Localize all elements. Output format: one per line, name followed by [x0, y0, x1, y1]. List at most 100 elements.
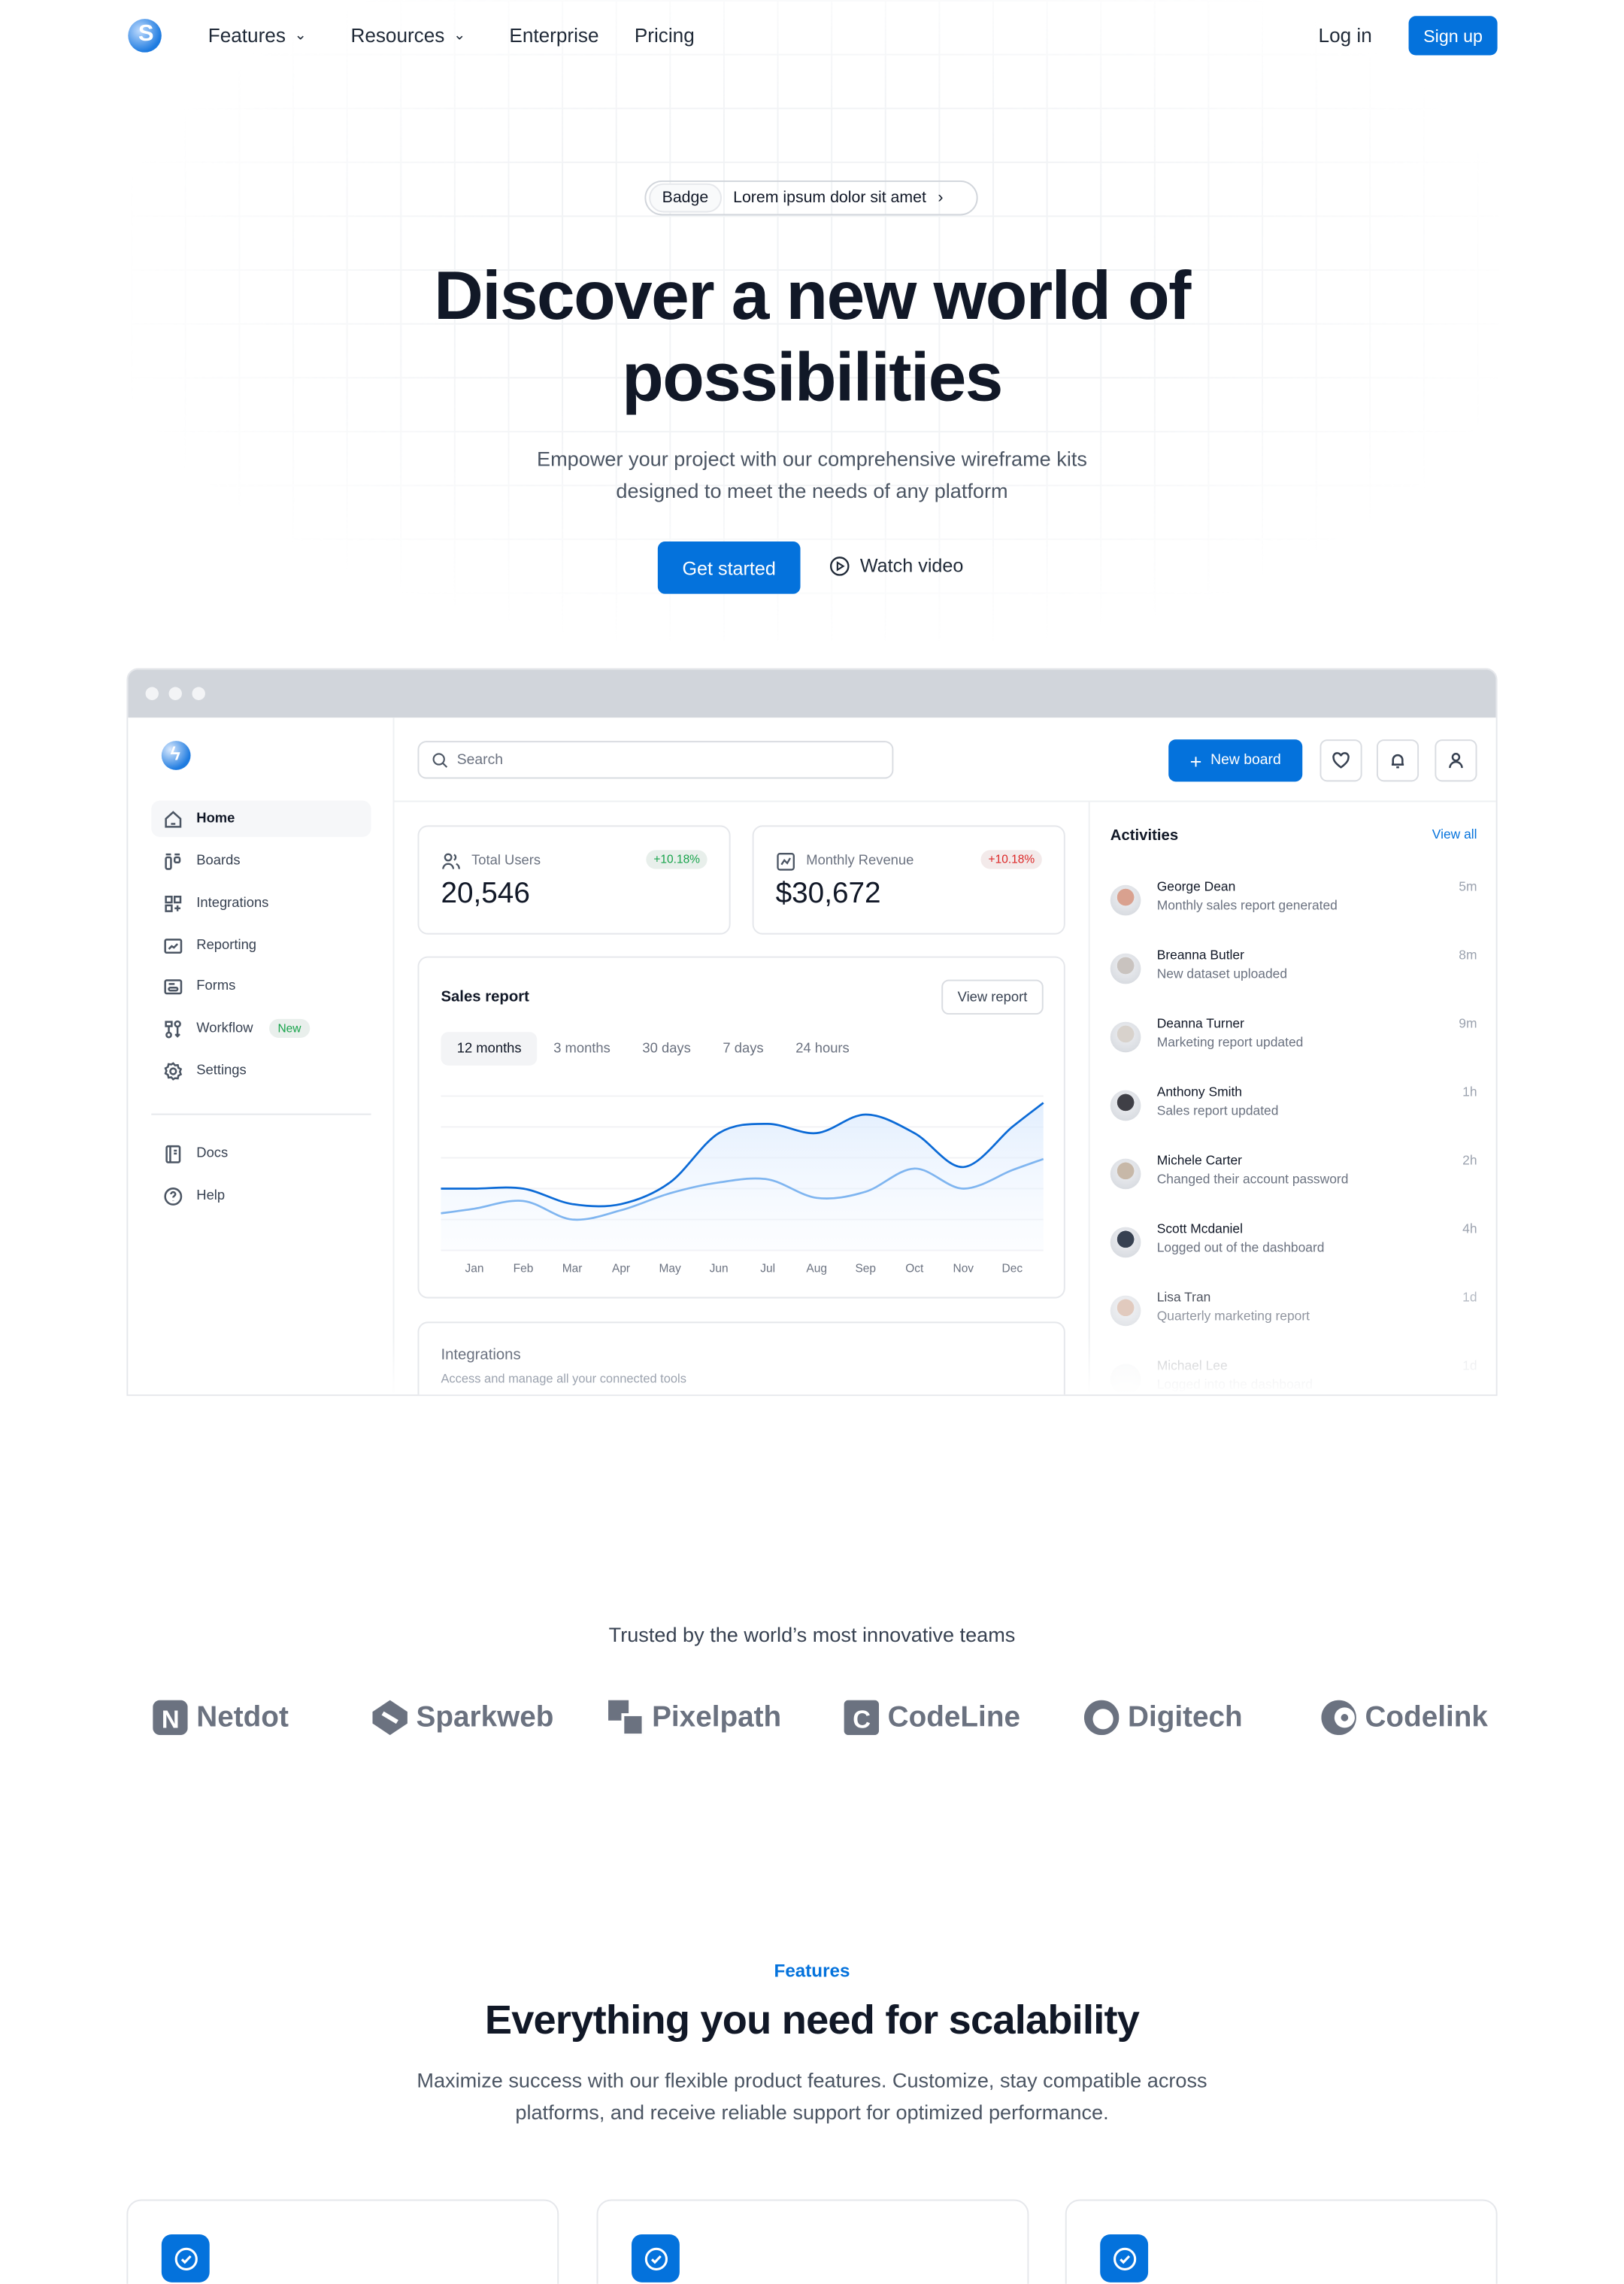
nav-enterprise[interactable]: Enterprise — [509, 25, 598, 47]
sidebar-item-label: Settings — [196, 1062, 247, 1079]
stat-card: Total Users +10.18% 20,546 — [417, 825, 731, 935]
sidebar-item-help[interactable]: Help — [151, 1178, 371, 1214]
nav-label: Features — [208, 24, 286, 47]
activity-name: George Dean — [1156, 879, 1236, 894]
tab-3-months[interactable]: 3 months — [538, 1032, 626, 1066]
feature-icon-badge — [1100, 2234, 1149, 2282]
help-icon — [164, 1187, 183, 1205]
favorites-button[interactable] — [1320, 739, 1362, 782]
sidebar-item-workflow[interactable]: Workflow New — [151, 1010, 371, 1046]
announcement-badge[interactable]: Badge Lorem ipsum dolor sit amet › — [644, 180, 978, 216]
avatar — [1110, 1227, 1141, 1258]
signup-button[interactable]: Sign up — [1408, 16, 1498, 56]
sidebar-item-boards[interactable]: Boards — [151, 843, 371, 879]
new-board-button[interactable]: + New board — [1168, 739, 1303, 782]
sidebar-divider — [151, 1113, 371, 1115]
brand-logo[interactable]: S — [128, 19, 162, 53]
avatar — [1110, 1158, 1141, 1190]
notifications-button[interactable] — [1376, 739, 1419, 782]
logo-name: Digitech — [1127, 1700, 1243, 1733]
window-dot — [192, 687, 205, 700]
hero-subtitle: Empower your project with our comprehens… — [537, 447, 1087, 502]
get-started-button[interactable]: Get started — [657, 541, 801, 594]
activity-time: 1h — [1462, 1084, 1477, 1100]
activity-item[interactable]: Breanna Butler New dataset uploaded 8m — [1110, 948, 1477, 1012]
sidebar-item-label: Forms — [196, 978, 236, 994]
activity-item[interactable]: Deanna Turner Marketing report updated 9… — [1110, 1016, 1477, 1080]
profile-button[interactable] — [1435, 739, 1477, 782]
nav-pricing[interactable]: Pricing — [635, 25, 695, 47]
activity-item[interactable]: Michele Carter Changed their account pas… — [1110, 1153, 1477, 1217]
avatar — [1110, 1295, 1141, 1327]
sidebar-item-home[interactable]: Home — [151, 800, 371, 837]
avatar — [1110, 953, 1141, 984]
partner-logo-codeline: C CodeLine — [844, 1700, 1020, 1736]
netdot-logo-icon: N — [153, 1700, 188, 1736]
x-tick-label: Apr — [612, 1263, 630, 1275]
sidebar-item-integrations[interactable]: Integrations — [151, 885, 371, 921]
search-input[interactable]: Search — [417, 741, 894, 779]
x-tick-label: Dec — [1002, 1263, 1023, 1275]
new-board-label: New board — [1210, 752, 1281, 769]
sales-report-card: Sales report View report 12 months 3 mont… — [417, 956, 1065, 1299]
activity-description: Marketing report updated — [1156, 1035, 1304, 1050]
activity-time: 2h — [1462, 1152, 1477, 1168]
sidebar-item-reporting[interactable]: Reporting — [151, 927, 371, 963]
badge-text: Lorem ipsum dolor sit amet — [733, 189, 926, 207]
stat-change-badge: +10.18% — [980, 850, 1042, 869]
activity-time: 1d — [1462, 1289, 1477, 1305]
login-link[interactable]: Log in — [1319, 25, 1372, 47]
logo-name: Sparkweb — [416, 1700, 554, 1733]
activity-item[interactable]: George Dean Monthly sales report generat… — [1110, 879, 1477, 943]
view-report-button[interactable]: View report — [941, 979, 1044, 1015]
x-tick-label: Oct — [905, 1263, 924, 1275]
tab-12-months[interactable]: 12 months — [441, 1032, 538, 1066]
activity-description: Logged out of the dashboard — [1156, 1240, 1325, 1255]
tab-30-days[interactable]: 30 days — [626, 1032, 707, 1066]
codeline-logo-icon: C — [844, 1700, 880, 1736]
activity-item[interactable]: Scott Mcdaniel Logged out of the dashboa… — [1110, 1221, 1477, 1285]
sidebar-item-docs[interactable]: Docs — [151, 1136, 371, 1172]
features-title: Everything you need for scalability — [484, 1997, 1140, 2043]
partner-logo-pixelpath: Pixelpath — [608, 1700, 781, 1736]
activity-time: 9m — [1459, 1015, 1477, 1031]
sidebar-item-forms[interactable]: Forms — [151, 968, 371, 1004]
nav-label: Resources — [350, 24, 445, 47]
gear-icon — [164, 1061, 183, 1080]
sparkweb-logo-icon — [372, 1700, 408, 1736]
sidebar-item-settings[interactable]: Settings — [151, 1052, 371, 1088]
feature-icon-badge — [631, 2234, 680, 2282]
activity-description: Quarterly marketing report — [1156, 1308, 1310, 1324]
sales-chart: Jan Feb Mar Apr May Jun Jul Aug Sep Oct Nov Dec — [441, 1095, 1044, 1275]
nav-resources[interactable]: Resources ⌄ — [350, 25, 465, 47]
activity-time: 8m — [1459, 947, 1477, 963]
sidebar-item-label: Integrations — [196, 895, 269, 911]
nav-features[interactable]: Features ⌄ — [208, 25, 307, 47]
avatar — [1110, 1090, 1141, 1121]
activity-item[interactable]: Anthony Smith Sales report updated 1h — [1110, 1084, 1477, 1148]
chevron-right-icon: › — [938, 189, 944, 207]
stat-label: Total Users — [471, 853, 541, 869]
features-description: Maximize success with our flexible produ… — [417, 2068, 1207, 2124]
sidebar-item-label: Home — [196, 811, 235, 827]
integrations-title: Integrations — [441, 1346, 521, 1364]
sidebar-item-label: Boards — [196, 853, 241, 869]
x-tick-label: Sep — [855, 1263, 876, 1275]
badge-tag: Badge — [649, 183, 722, 213]
tab-24-hours[interactable]: 24 hours — [780, 1032, 865, 1066]
trusted-title: Trusted by the world’s most innovative t… — [608, 1623, 1016, 1647]
activity-name: Breanna Butler — [1156, 947, 1244, 963]
chart-icon — [777, 852, 795, 871]
x-tick-label: Mar — [562, 1263, 583, 1275]
window-dot — [168, 687, 182, 700]
feature-card — [126, 2199, 559, 2284]
hero-title: Discover a new world of possibilities — [434, 256, 1191, 415]
window-titlebar — [128, 669, 1496, 718]
partner-logo-netdot: N Netdot — [153, 1700, 289, 1736]
tab-7-days[interactable]: 7 days — [707, 1032, 780, 1066]
stat-change-badge: +10.18% — [646, 850, 707, 869]
watch-video-button[interactable]: Watch video — [829, 554, 963, 576]
pixelpath-logo-icon — [608, 1700, 644, 1736]
activity-description: New dataset uploaded — [1156, 966, 1288, 981]
view-all-link[interactable]: View all — [1432, 827, 1477, 841]
